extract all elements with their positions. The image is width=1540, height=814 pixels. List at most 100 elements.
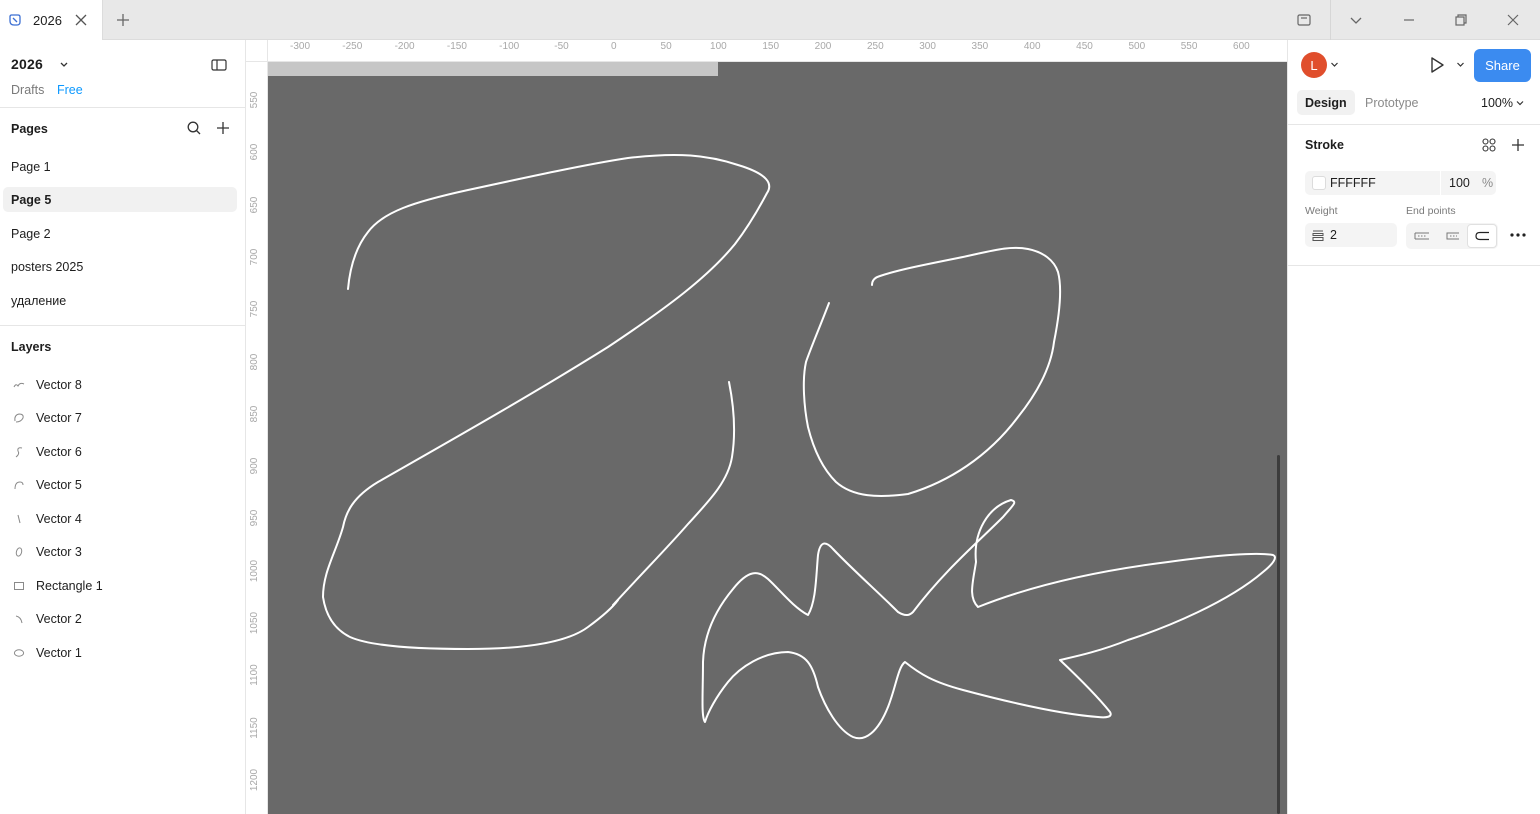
field-divider bbox=[1440, 171, 1441, 195]
ruler-tick-label: 800 bbox=[249, 353, 260, 370]
figma-draft-icon bbox=[9, 14, 21, 26]
layer-item[interactable]: Vector 1 bbox=[0, 640, 245, 666]
vector-path-large-loop[interactable] bbox=[322, 153, 771, 650]
ruler-tick-label: 350 bbox=[971, 41, 989, 52]
zoom-chevron-icon[interactable] bbox=[1516, 100, 1524, 106]
layer-item[interactable]: Vector 3 bbox=[0, 539, 245, 565]
layer-item[interactable]: Vector 7 bbox=[0, 405, 245, 431]
layer-item[interactable]: Vector 8 bbox=[0, 372, 245, 398]
stroke-weight-icon bbox=[1312, 230, 1324, 241]
ruler-tick-label: 1000 bbox=[249, 559, 260, 582]
style-library-icon[interactable] bbox=[1481, 137, 1497, 153]
design-canvas[interactable] bbox=[268, 62, 1287, 814]
ruler-tick-label: 50 bbox=[660, 41, 672, 52]
ruler-tick-label: 1100 bbox=[249, 664, 260, 687]
add-stroke-plus-icon[interactable] bbox=[1510, 137, 1526, 153]
page-label: удаление bbox=[11, 293, 67, 308]
ruler-tick-label: 100 bbox=[710, 41, 727, 52]
ruler-tick-label: 700 bbox=[249, 248, 260, 266]
ruler-tick-label: 1050 bbox=[249, 611, 260, 635]
present-play-icon[interactable] bbox=[1427, 55, 1447, 75]
toggle-sidebar-icon[interactable] bbox=[210, 57, 228, 73]
vector-scribble-icon bbox=[13, 382, 25, 388]
stroke-color-hex[interactable]: FFFFFF bbox=[1330, 176, 1376, 190]
ruler-tick-label: 550 bbox=[249, 91, 260, 109]
vector-hook-icon bbox=[15, 615, 23, 624]
window-sidebar-icon[interactable] bbox=[1296, 12, 1312, 28]
ruler-tick-label: 150 bbox=[762, 41, 780, 52]
endpoint-round-icon bbox=[1475, 231, 1489, 241]
vector-path-star[interactable] bbox=[701, 499, 1276, 740]
minimize-icon[interactable] bbox=[1401, 12, 1417, 28]
tab-design[interactable]: Design bbox=[1297, 90, 1355, 115]
ruler-tick-label: 650 bbox=[249, 196, 260, 213]
ruler-tick-label: 750 bbox=[249, 300, 260, 318]
weight-label: Weight bbox=[1305, 205, 1338, 217]
page-label: Page 2 bbox=[11, 226, 51, 241]
file-location[interactable]: Drafts bbox=[11, 83, 44, 97]
vector-path-hook[interactable] bbox=[612, 381, 736, 606]
layer-item[interactable]: Vector 5 bbox=[0, 472, 245, 498]
stroke-color-swatch[interactable] bbox=[1312, 176, 1326, 190]
endpoints-label: End points bbox=[1406, 205, 1456, 217]
share-button[interactable]: Share bbox=[1474, 49, 1531, 82]
stroke-weight-value[interactable]: 2 bbox=[1330, 228, 1337, 242]
vector-drawing[interactable] bbox=[268, 62, 1287, 814]
user-avatar[interactable]: L bbox=[1301, 52, 1327, 78]
page-item[interactable]: Page 2 bbox=[3, 221, 237, 246]
present-chevron-icon[interactable] bbox=[1456, 61, 1465, 68]
file-menu-chevron-icon[interactable] bbox=[59, 61, 69, 69]
ruler-tick-label: 1150 bbox=[249, 716, 260, 739]
vector-s-curve-icon bbox=[15, 447, 23, 458]
canvas-vertical-scrollbar[interactable] bbox=[1277, 455, 1280, 814]
add-page-plus-icon[interactable] bbox=[215, 120, 231, 136]
ruler-tick-label: -200 bbox=[394, 41, 415, 52]
vector-path-c-loop[interactable] bbox=[802, 246, 1062, 497]
new-tab-plus-icon[interactable] bbox=[115, 12, 131, 28]
plan-badge[interactable]: Free bbox=[57, 83, 83, 97]
sidebar-divider bbox=[0, 107, 245, 108]
layer-label: Vector 7 bbox=[36, 411, 82, 425]
endpoint-square-button[interactable] bbox=[1437, 224, 1467, 248]
layer-item[interactable]: Rectangle 1 bbox=[0, 573, 245, 599]
ruler-tick-label: 400 bbox=[1023, 41, 1041, 52]
avatar-chevron-icon[interactable] bbox=[1330, 61, 1339, 68]
layer-item[interactable]: Vector 2 bbox=[0, 606, 245, 632]
tab-prototype[interactable]: Prototype bbox=[1357, 90, 1427, 115]
tab-title: 2026 bbox=[33, 12, 62, 28]
endpoint-square-icon bbox=[1446, 232, 1459, 240]
endpoints-segmented-control bbox=[1406, 223, 1498, 249]
opacity-unit: % bbox=[1482, 176, 1494, 190]
vector-ellipse-icon bbox=[13, 649, 25, 657]
zoom-level[interactable]: 100% bbox=[1481, 96, 1513, 110]
vector-line-icon bbox=[17, 514, 21, 524]
page-item[interactable]: Page 1 bbox=[3, 154, 237, 179]
restore-icon[interactable] bbox=[1453, 12, 1469, 28]
page-item[interactable]: удаление bbox=[3, 288, 237, 313]
ruler-tick-label: 250 bbox=[866, 41, 884, 52]
file-name[interactable]: 2026 bbox=[11, 56, 43, 72]
ruler-tick-label: 900 bbox=[249, 457, 260, 475]
more-options-icon[interactable] bbox=[1509, 229, 1527, 241]
layer-item[interactable]: Vector 6 bbox=[0, 439, 245, 465]
chevron-down-icon[interactable] bbox=[1348, 12, 1364, 28]
ruler-corner bbox=[246, 40, 268, 62]
stroke-color-field[interactable]: FFFFFF 100 % bbox=[1305, 171, 1496, 195]
endpoint-round-button[interactable] bbox=[1467, 224, 1497, 248]
close-tab-icon[interactable] bbox=[74, 13, 88, 27]
stroke-opacity-value[interactable]: 100 bbox=[1449, 176, 1470, 190]
file-tab[interactable]: 2026 bbox=[0, 0, 103, 40]
ruler-tick-label: 200 bbox=[814, 41, 832, 52]
layer-item[interactable]: Vector 4 bbox=[0, 506, 245, 532]
sidebar-divider bbox=[0, 325, 245, 326]
page-item[interactable]: posters 2025 bbox=[3, 254, 237, 279]
stroke-weight-field[interactable]: 2 bbox=[1305, 223, 1397, 247]
ruler-tick-label: -250 bbox=[342, 41, 363, 52]
layer-label: Vector 2 bbox=[36, 612, 82, 626]
ruler-tick-label: 300 bbox=[919, 41, 936, 52]
close-window-icon[interactable] bbox=[1505, 12, 1521, 28]
ruler-tick-label: 500 bbox=[1128, 41, 1146, 52]
search-icon[interactable] bbox=[186, 120, 202, 136]
endpoint-none-button[interactable] bbox=[1407, 224, 1437, 248]
page-item-selected[interactable]: Page 5 bbox=[3, 187, 237, 212]
